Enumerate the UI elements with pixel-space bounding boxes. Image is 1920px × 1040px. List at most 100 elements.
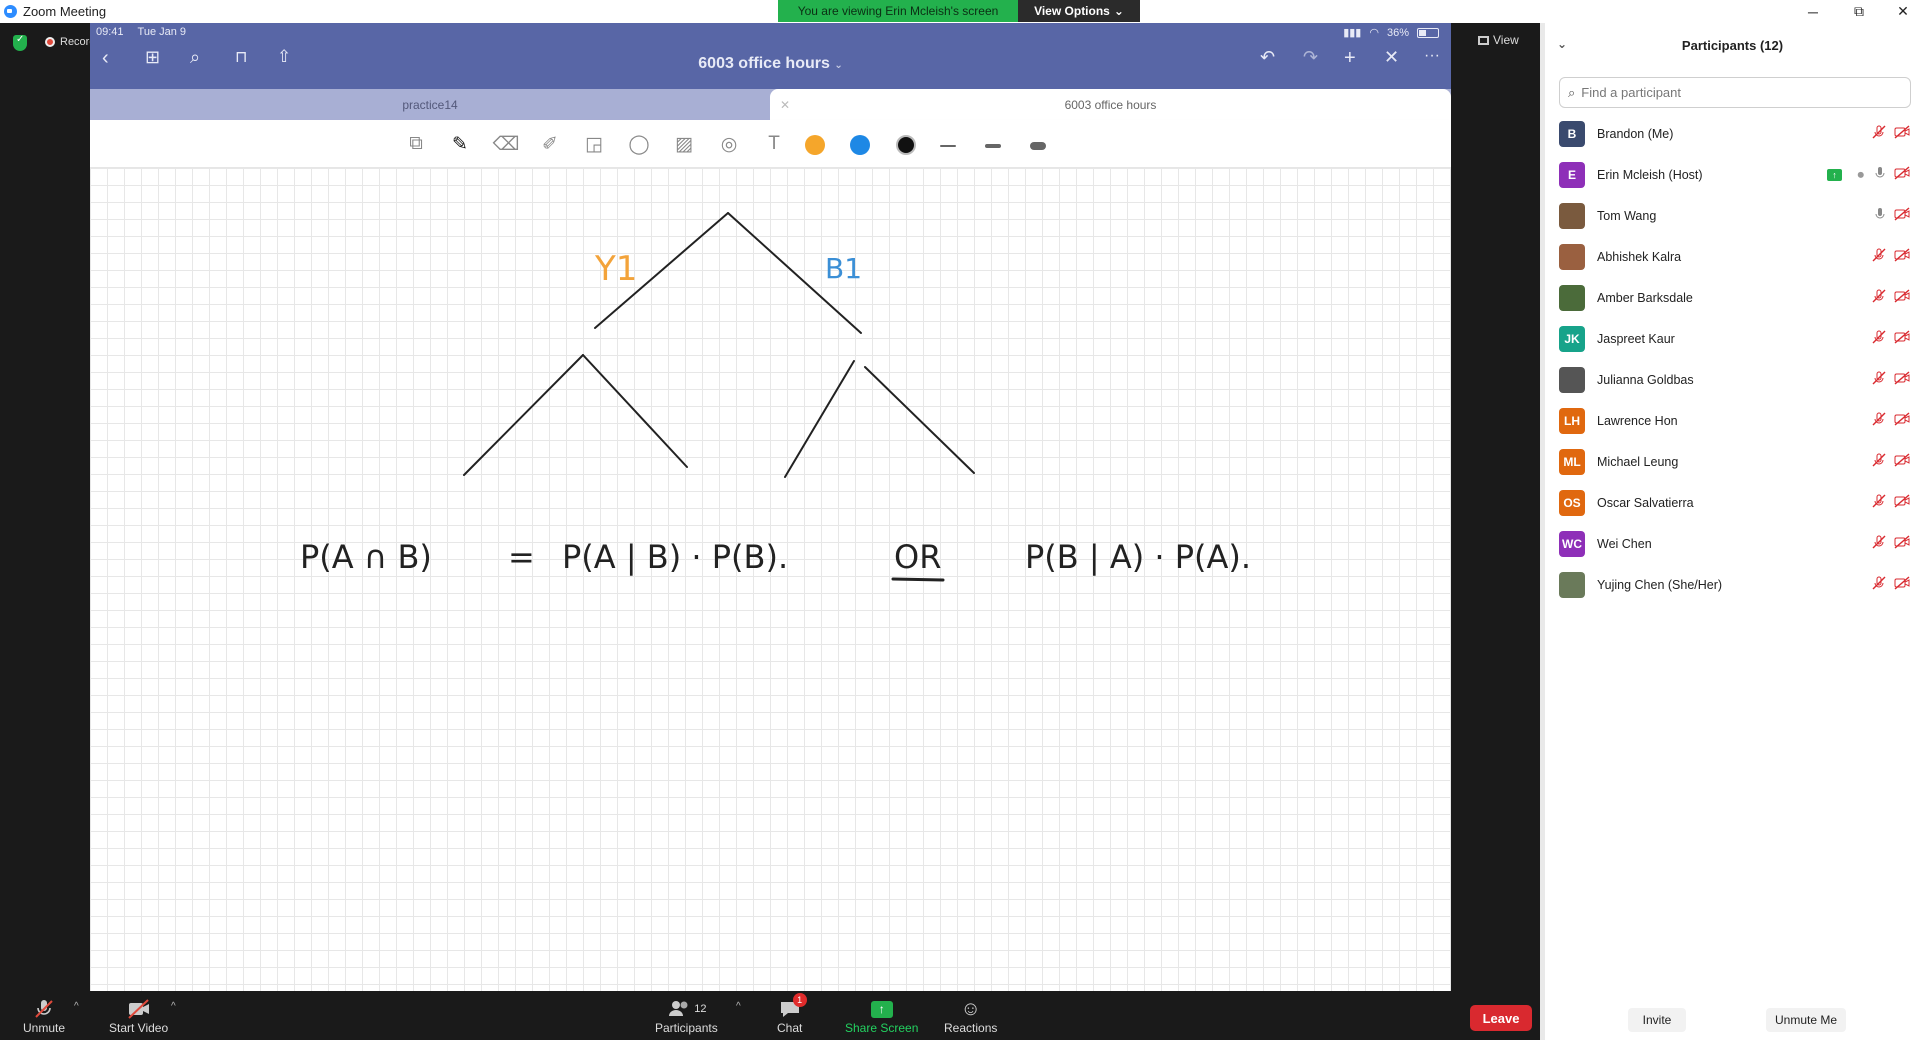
close-pen-icon[interactable]: ✕ bbox=[1384, 47, 1399, 68]
chat-label: Chat bbox=[777, 1021, 803, 1035]
share-screen-button[interactable]: ↑ Share Screen bbox=[845, 997, 918, 1035]
participant-name: Tom Wang bbox=[1597, 208, 1657, 223]
chat-button[interactable]: 1 Chat bbox=[777, 993, 807, 1035]
invite-button[interactable]: Invite bbox=[1628, 1008, 1686, 1032]
close-icon[interactable]: ✕ bbox=[780, 98, 790, 112]
participant-row[interactable]: Tom Wang bbox=[1545, 195, 1920, 236]
start-video-label: Start Video bbox=[109, 1021, 169, 1035]
stroke-thin[interactable] bbox=[940, 145, 956, 147]
participant-name: Michael Leung bbox=[1597, 454, 1679, 469]
participant-row[interactable]: E Erin Mcleish (Host) ↑ ⏺ bbox=[1545, 154, 1920, 195]
battery-icon bbox=[1417, 27, 1439, 38]
panel-title: Participants (12) bbox=[1681, 37, 1784, 53]
participants-icon: 12 bbox=[666, 997, 706, 1021]
participants-button[interactable]: 12 Participants bbox=[655, 997, 718, 1035]
eraser-icon[interactable]: ⌫ bbox=[492, 131, 520, 157]
participant-row[interactable]: Amber Barksdale bbox=[1545, 277, 1920, 318]
pen-icon[interactable]: ✎ bbox=[446, 131, 474, 157]
viewing-screen-label: You are viewing Erin Mcleish's screen bbox=[778, 0, 1018, 22]
mic-muted-icon bbox=[1872, 289, 1886, 306]
video-options-caret[interactable]: ^ bbox=[171, 1001, 176, 1012]
read-only-icon[interactable]: ⧉ bbox=[402, 131, 430, 157]
color-orange-swatch[interactable] bbox=[805, 135, 825, 155]
tab-practice14[interactable]: practice14 bbox=[90, 89, 770, 120]
avatar bbox=[1559, 284, 1585, 311]
redo-icon[interactable]: ↷ bbox=[1303, 47, 1318, 68]
undo-icon[interactable]: ↶ bbox=[1260, 47, 1275, 68]
participant-row[interactable]: Yujing Chen (She/Her) bbox=[1545, 564, 1920, 605]
video-off-icon bbox=[1894, 576, 1910, 593]
leave-button[interactable]: Leave bbox=[1470, 1005, 1532, 1031]
tree-branch-lr bbox=[582, 354, 688, 468]
record-icon bbox=[45, 37, 55, 47]
document-title[interactable]: 6003 office hours ⌄ bbox=[90, 55, 1451, 73]
view-button[interactable]: View bbox=[1478, 33, 1519, 47]
mic-muted-icon bbox=[1872, 412, 1886, 429]
view-options-button[interactable]: View Options ⌄ bbox=[1018, 0, 1140, 22]
lasso-icon[interactable]: ◯ bbox=[625, 131, 653, 157]
participant-name: Oscar Salvatierra bbox=[1597, 495, 1694, 510]
participant-row[interactable]: JK Jaspreet Kaur bbox=[1545, 318, 1920, 359]
tab-office-hours[interactable]: ✕ 6003 office hours bbox=[770, 89, 1451, 120]
unmute-me-button[interactable]: Unmute Me bbox=[1766, 1008, 1846, 1032]
participant-row[interactable]: ML Michael Leung bbox=[1545, 441, 1920, 482]
window-title: Zoom Meeting bbox=[23, 4, 107, 19]
screen-share-icon: ↑ bbox=[1827, 168, 1842, 181]
more-icon[interactable]: ··· bbox=[1424, 47, 1440, 65]
tree-branch-rr bbox=[864, 366, 975, 474]
minimize-button[interactable]: ─ bbox=[1790, 0, 1836, 23]
drawing-toolbar: ⧉ ✎ ⌫ ✐ ◲ ◯ ▨ ◎ T bbox=[90, 120, 1451, 168]
notes-canvas[interactable]: Y1 B1 P(A ∩ B) = P(A | B) · P(B). OR P(B… bbox=[90, 168, 1451, 991]
highlighter-icon[interactable]: ✐ bbox=[536, 131, 564, 157]
video-off-icon bbox=[1894, 412, 1910, 429]
tree-branch-ll bbox=[463, 354, 584, 476]
video-off-icon bbox=[1894, 371, 1910, 388]
text-icon[interactable]: T bbox=[760, 131, 788, 157]
stroke-thick[interactable] bbox=[1030, 142, 1046, 150]
participant-row[interactable]: B Brandon (Me) bbox=[1545, 113, 1920, 154]
participant-search[interactable]: ⌕ bbox=[1559, 77, 1911, 108]
add-page-icon[interactable]: + bbox=[1344, 47, 1356, 70]
participant-row[interactable]: WC Wei Chen bbox=[1545, 523, 1920, 564]
avatar: WC bbox=[1559, 530, 1585, 557]
unmute-button[interactable]: Unmute bbox=[23, 997, 65, 1035]
participants-options-caret[interactable]: ^ bbox=[736, 1001, 741, 1012]
view-options-label: View Options bbox=[1034, 4, 1110, 18]
status-date: Tue Jan 9 bbox=[137, 26, 187, 38]
panel-header: ⌄ Participants (12) bbox=[1545, 23, 1920, 67]
participants-label: Participants bbox=[655, 1021, 718, 1035]
mic-muted-icon bbox=[1872, 453, 1886, 470]
participant-row[interactable]: Julianna Goldbas bbox=[1545, 359, 1920, 400]
mic-muted-icon bbox=[1872, 535, 1886, 552]
camera-icon[interactable]: ◎ bbox=[715, 131, 743, 157]
chevron-down-icon[interactable]: ⌄ bbox=[1557, 37, 1567, 51]
tab-label: 6003 office hours bbox=[1064, 97, 1157, 112]
color-blue-swatch[interactable] bbox=[850, 135, 870, 155]
audio-options-caret[interactable]: ^ bbox=[74, 1001, 79, 1012]
participant-list: B Brandon (Me) E Erin Mcleish (Host) ↑ ⏺ Tom W… bbox=[1545, 113, 1920, 605]
video-off-icon bbox=[1894, 330, 1910, 347]
avatar: JK bbox=[1559, 325, 1585, 352]
video-off-icon bbox=[1894, 125, 1910, 142]
encryption-shield-icon[interactable] bbox=[13, 34, 27, 51]
formula-lhs: P(A ∩ B) bbox=[300, 538, 432, 576]
stroke-medium[interactable] bbox=[985, 144, 1001, 148]
avatar: B bbox=[1559, 120, 1585, 147]
share-screen-label: Share Screen bbox=[845, 1021, 919, 1035]
participant-row[interactable]: OS Oscar Salvatierra bbox=[1545, 482, 1920, 523]
search-input[interactable] bbox=[1581, 85, 1882, 100]
maximize-button[interactable]: ⧉ bbox=[1836, 0, 1882, 23]
reactions-button[interactable]: ☺ Reactions bbox=[944, 997, 998, 1036]
signal-icon: ▮▮▮ bbox=[1343, 27, 1362, 39]
shapes-icon[interactable]: ◲ bbox=[580, 131, 608, 157]
participant-row[interactable]: LH Lawrence Hon bbox=[1545, 400, 1920, 441]
image-icon[interactable]: ▨ bbox=[670, 131, 698, 157]
reactions-label: Reactions bbox=[944, 1021, 998, 1035]
start-video-button[interactable]: Start Video bbox=[109, 997, 168, 1035]
participant-name: Erin Mcleish (Host) bbox=[1597, 167, 1703, 182]
participant-row[interactable]: Abhishek Kalra bbox=[1545, 236, 1920, 277]
close-button[interactable]: ✕ bbox=[1880, 0, 1920, 23]
participant-name: Abhishek Kalra bbox=[1597, 249, 1682, 264]
mic-muted-icon bbox=[1872, 330, 1886, 347]
color-black-swatch[interactable] bbox=[896, 135, 916, 155]
